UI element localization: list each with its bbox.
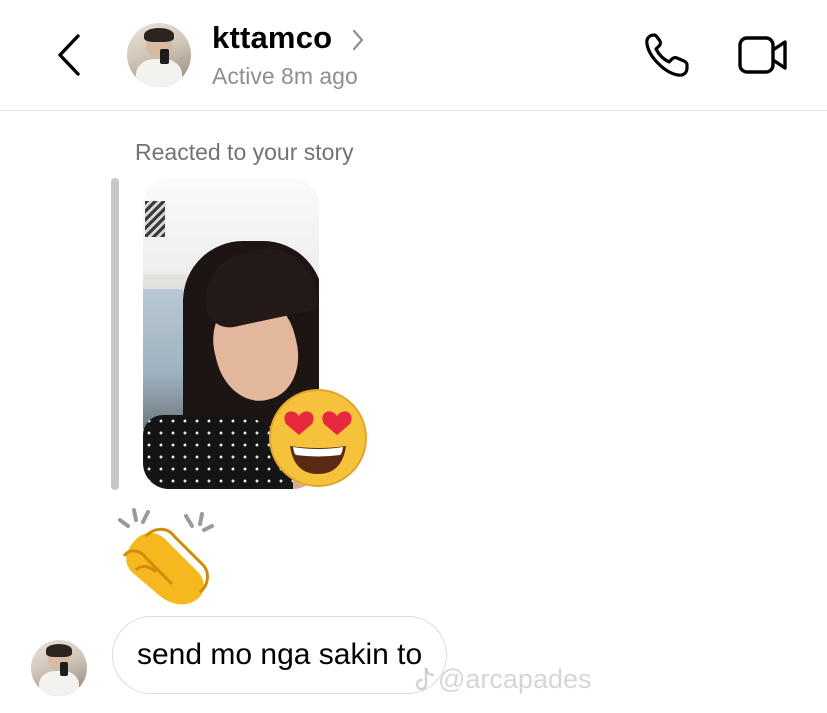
watermark-handle: @arcapades	[438, 664, 592, 694]
heart-eyes-emoji-icon[interactable]	[266, 386, 370, 490]
contact-avatar[interactable]	[127, 23, 191, 87]
watermark: @arcapades	[414, 664, 592, 695]
message-text: send mo nga sakin to	[137, 638, 423, 671]
active-status: Active 8m ago	[212, 63, 358, 89]
message-bubble[interactable]: send mo nga sakin to	[112, 616, 448, 694]
back-chevron-icon[interactable]	[50, 30, 90, 80]
tiktok-icon	[415, 667, 435, 690]
story-quote-bar	[111, 178, 119, 490]
sender-avatar[interactable]	[31, 640, 87, 696]
video-camera-icon[interactable]	[733, 30, 791, 80]
chat-header: kttamco Active 8m ago	[0, 0, 827, 111]
contact-username[interactable]: kttamco	[212, 20, 332, 56]
story-reaction-label: Reacted to your story	[135, 139, 354, 165]
phone-icon[interactable]	[640, 28, 694, 82]
clapping-hands-emoji-icon[interactable]	[112, 500, 220, 612]
chevron-right-icon[interactable]	[350, 28, 366, 52]
